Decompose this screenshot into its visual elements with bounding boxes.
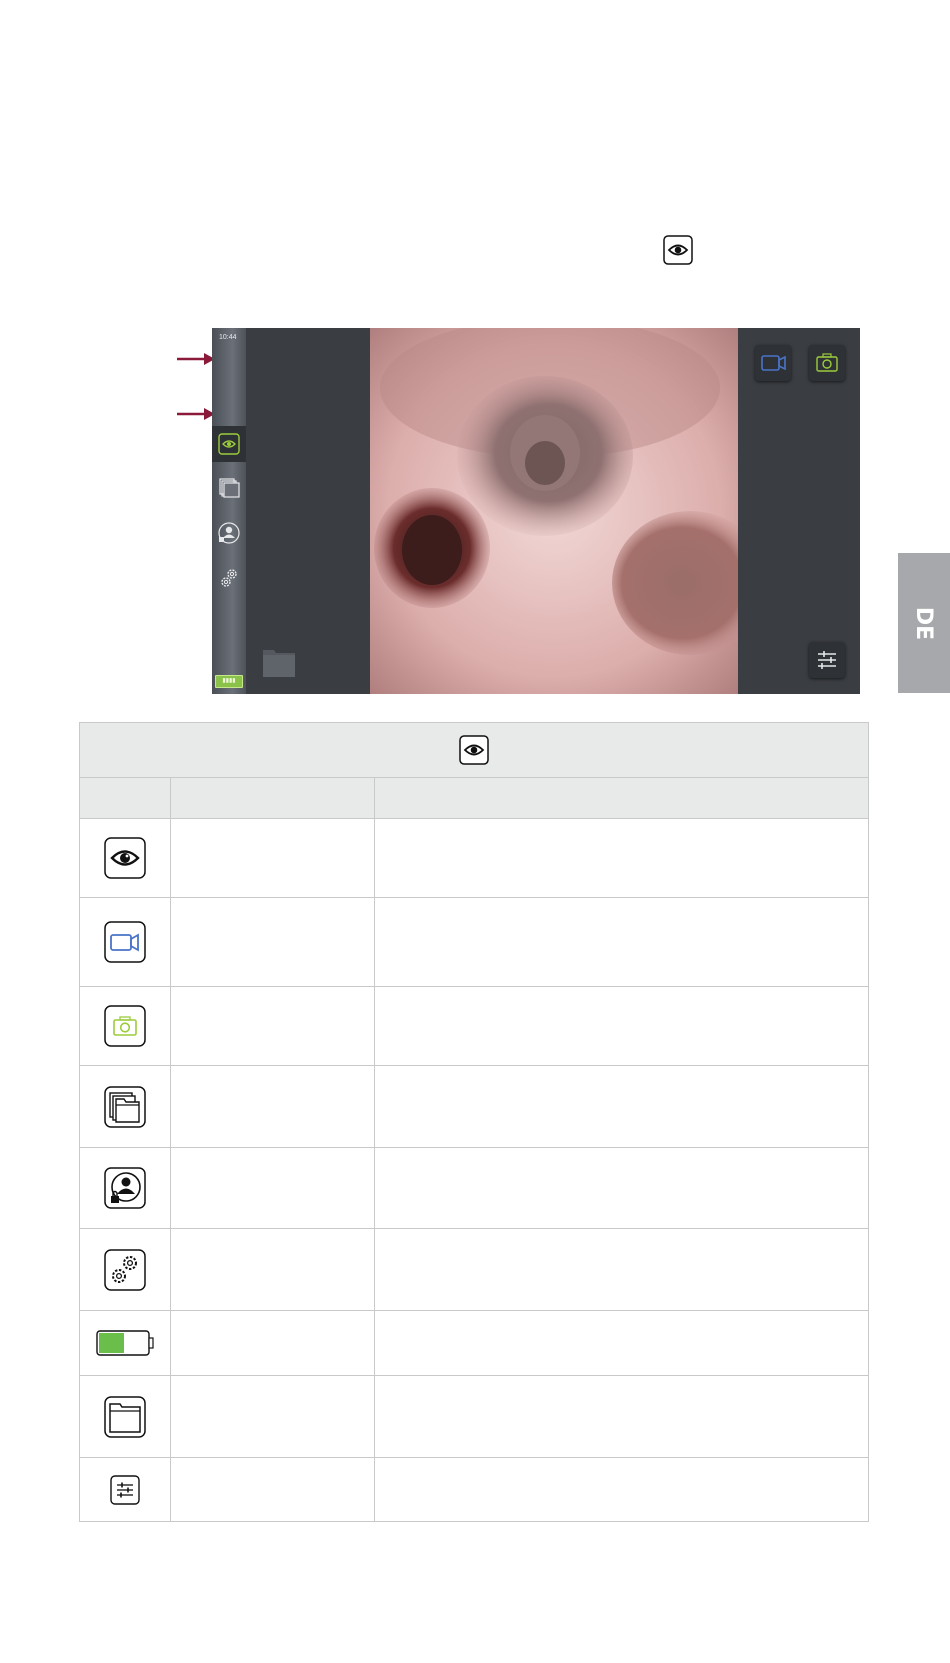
table-row xyxy=(79,1065,869,1148)
row-description xyxy=(374,1228,869,1311)
settings-gears-icon[interactable] xyxy=(217,566,241,590)
sidebar: 10:44 ▮▮▮▮ xyxy=(212,328,246,694)
eye-icon xyxy=(104,837,146,879)
eye-icon xyxy=(218,433,240,455)
table-row xyxy=(79,1457,869,1522)
battery-icon xyxy=(96,1330,154,1356)
battery-indicator: ▮▮▮▮ xyxy=(215,675,243,688)
row-name xyxy=(170,1375,375,1458)
record-video-button[interactable] xyxy=(755,345,791,381)
row-description xyxy=(374,1457,869,1522)
image-settings-button[interactable] xyxy=(809,642,845,678)
table-row xyxy=(79,1310,869,1376)
photo-camera-icon xyxy=(104,1005,146,1047)
table-row xyxy=(79,986,869,1066)
sidebar-item-live-view[interactable] xyxy=(212,426,246,462)
column-header xyxy=(374,777,869,819)
row-description xyxy=(374,1375,869,1458)
row-description xyxy=(374,1147,869,1229)
icon-legend-table xyxy=(79,722,869,1522)
icon-cell xyxy=(79,1457,171,1522)
table-row xyxy=(79,818,869,898)
language-tab: DE xyxy=(898,553,950,693)
folder-icon xyxy=(104,1395,146,1438)
icon-cell xyxy=(79,818,171,898)
video-camera-icon xyxy=(104,921,146,963)
icon-cell xyxy=(79,986,171,1066)
photo-camera-icon xyxy=(816,353,838,372)
row-name xyxy=(170,897,375,987)
row-name xyxy=(170,1147,375,1229)
archive-folders-icon[interactable] xyxy=(217,475,241,499)
table-row xyxy=(79,1375,869,1458)
left-panel xyxy=(246,328,370,694)
folder-icon[interactable] xyxy=(262,646,296,678)
user-login-icon xyxy=(104,1167,146,1209)
table-row xyxy=(79,1228,869,1311)
table-header-row xyxy=(79,777,869,819)
icon-cell xyxy=(79,1375,171,1458)
take-photo-button[interactable] xyxy=(809,345,845,381)
icon-cell xyxy=(79,1065,171,1148)
column-header xyxy=(170,777,375,819)
row-description xyxy=(374,1065,869,1148)
eye-icon xyxy=(663,235,693,265)
row-description xyxy=(374,818,869,898)
icon-cell xyxy=(79,1228,171,1311)
row-name xyxy=(170,1228,375,1311)
icon-cell xyxy=(79,1147,171,1229)
clock: 10:44 xyxy=(219,334,237,341)
eye-icon xyxy=(459,735,489,765)
user-login-icon[interactable] xyxy=(217,521,241,545)
column-header xyxy=(79,777,171,819)
table-title-row xyxy=(79,722,869,778)
endoscope-live-image xyxy=(370,328,738,694)
pointer-arrow xyxy=(177,353,215,365)
device-screen: 10:44 ▮▮▮▮ xyxy=(212,328,860,694)
row-description xyxy=(374,897,869,987)
row-name xyxy=(170,986,375,1066)
adjust-sliders-icon xyxy=(110,1474,140,1505)
icon-cell xyxy=(79,1310,171,1376)
table-row xyxy=(79,897,869,987)
language-code: DE xyxy=(911,606,937,640)
icon-cell xyxy=(79,897,171,987)
video-camera-icon xyxy=(761,355,786,371)
row-name xyxy=(170,1310,375,1376)
adjust-sliders-icon xyxy=(818,651,836,669)
row-name xyxy=(170,1457,375,1522)
table-row xyxy=(79,1147,869,1229)
row-description xyxy=(374,1310,869,1376)
right-panel xyxy=(738,328,860,694)
settings-gears-icon xyxy=(104,1248,146,1291)
row-name xyxy=(170,1065,375,1148)
row-description xyxy=(374,986,869,1066)
archive-folders-icon xyxy=(104,1085,146,1128)
pointer-arrow xyxy=(177,408,215,420)
table-title-cell xyxy=(79,722,869,778)
row-name xyxy=(170,818,375,898)
